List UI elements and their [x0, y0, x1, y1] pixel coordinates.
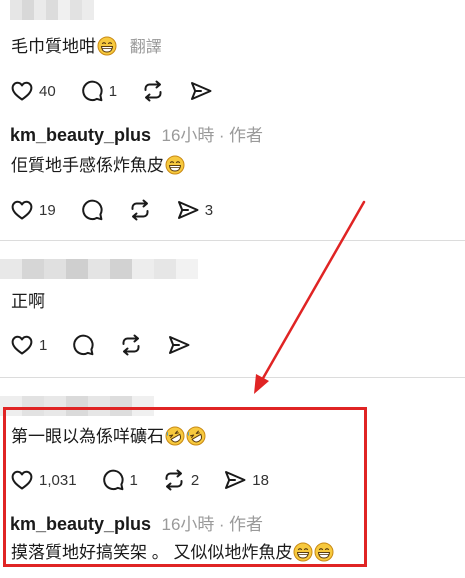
annotation-arrow	[254, 200, 366, 394]
